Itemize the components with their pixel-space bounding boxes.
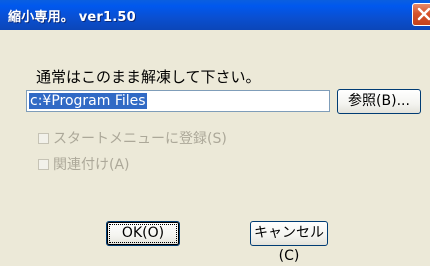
close-icon <box>417 7 430 21</box>
close-button[interactable] <box>412 3 430 26</box>
file-association-checkbox[interactable]: 関連付け(A) <box>38 154 130 173</box>
instruction-text: 通常はこのまま解凍して下さい。 <box>36 68 261 86</box>
window-title: 縮小専用。 ver1.50 <box>8 10 136 25</box>
dialog-window: 縮小専用。 ver1.50 通常はこのまま解凍して下さい。 c:¥Program… <box>0 0 430 266</box>
ok-button[interactable]: OK(O) <box>106 221 180 246</box>
cancel-button[interactable]: キャンセル(C) <box>250 221 328 264</box>
file-association-checkbox-box[interactable] <box>38 159 49 170</box>
file-association-checkbox-label: 関連付け(A) <box>53 157 130 173</box>
title-bar[interactable]: 縮小専用。 ver1.50 <box>0 0 430 30</box>
install-path-value: c:¥Program Files <box>29 93 147 109</box>
start-menu-checkbox[interactable]: スタートメニューに登録(S) <box>38 128 227 147</box>
dialog-body: 通常はこのまま解凍して下さい。 c:¥Program Files 参照(B)..… <box>0 30 430 266</box>
install-path-input[interactable]: c:¥Program Files <box>26 90 330 112</box>
browse-button[interactable]: 参照(B)... <box>337 89 421 114</box>
start-menu-checkbox-box[interactable] <box>38 133 49 144</box>
start-menu-checkbox-label: スタートメニューに登録(S) <box>53 131 227 147</box>
